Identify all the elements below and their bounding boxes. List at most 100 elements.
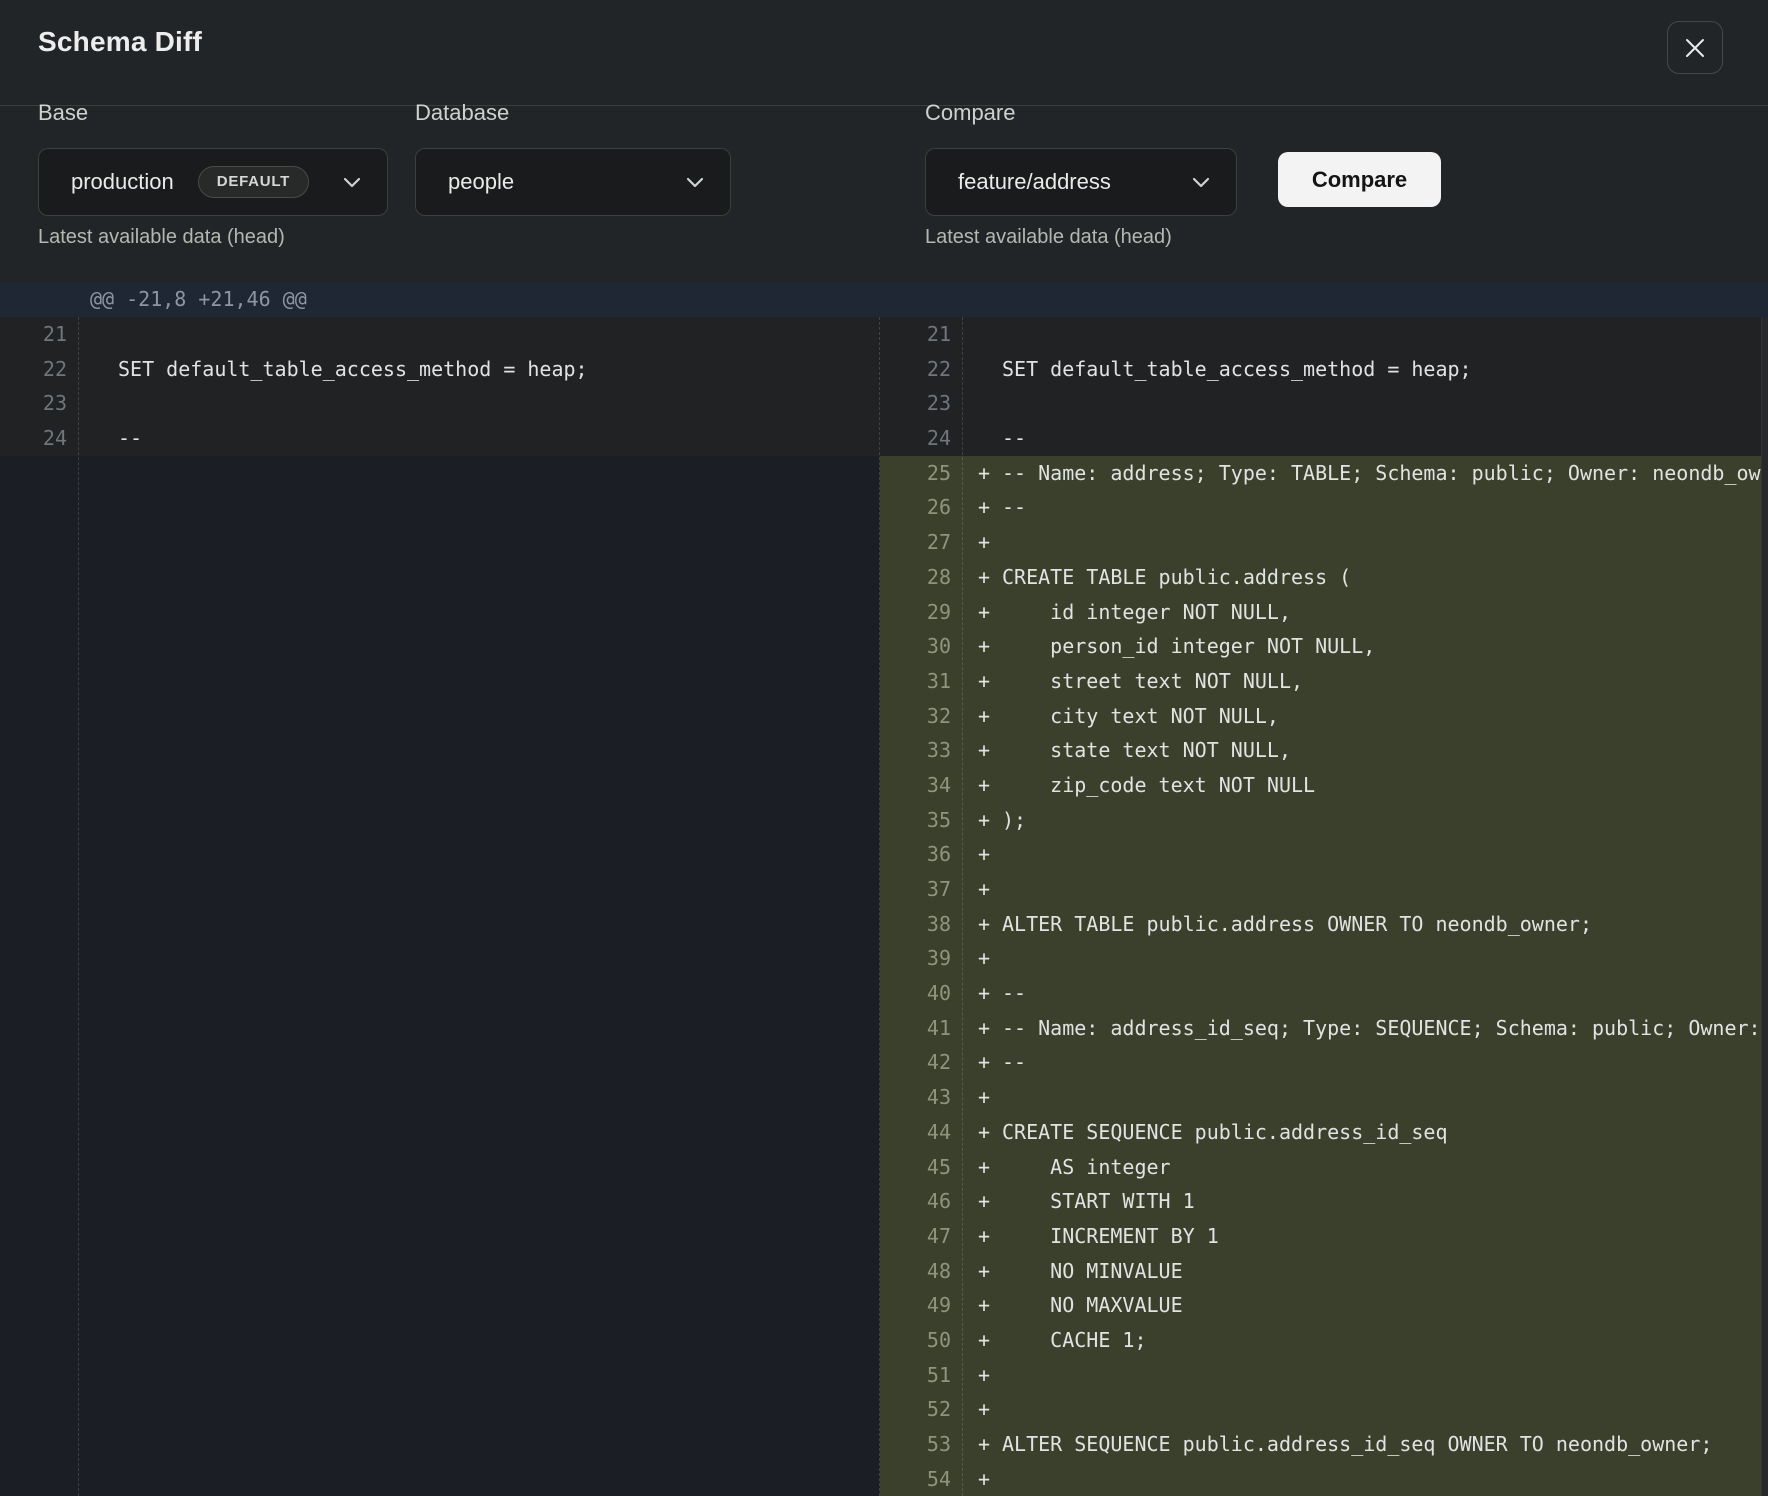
diff-sign [978,421,990,456]
diff-line-compare-29: 29+ id integer NOT NULL, [880,595,1762,630]
diff-sign: + [978,837,990,872]
diff-line-compare-40: 40+-- [880,976,1762,1011]
diff-sign: + [978,490,990,525]
diff-line-compare-34: 34+ zip_code text NOT NULL [880,768,1762,803]
line-number: 35 [880,803,962,838]
diff-sign: + [978,595,990,630]
line-number: 49 [880,1288,962,1323]
code-text: -- [118,421,142,456]
diff-line-compare-41: 41+-- Name: address_id_seq; Type: SEQUEN… [880,1011,1762,1046]
line-number: 44 [880,1115,962,1150]
diff-line-compare-31: 31+ street text NOT NULL, [880,664,1762,699]
code-text: AS integer [1002,1150,1171,1185]
diff-sign: + [978,1427,990,1462]
diff-sign: + [978,699,990,734]
diff-line-compare-37: 37+ [880,872,1762,907]
diff-panes: 2122SET default_table_access_method = he… [0,317,1768,1496]
code-text: CREATE SEQUENCE public.address_id_seq [1002,1115,1448,1150]
diff-sign: + [978,1011,990,1046]
diff-sign: + [978,1392,990,1427]
diff-sign: + [978,1462,990,1496]
line-number: 46 [880,1184,962,1219]
line-number: 36 [880,837,962,872]
code-text: INCREMENT BY 1 [1002,1219,1219,1254]
diff-viewer: @@ -21,8 +21,46 @@ 2122SET default_table… [0,282,1768,1496]
line-number: 24 [0,421,78,456]
diff-line-compare-52: 52+ [880,1392,1762,1427]
diff-sign [94,317,106,352]
code-text: -- [1002,976,1026,1011]
line-number: 23 [880,386,962,421]
line-number: 33 [880,733,962,768]
base-label: Base [38,100,88,126]
base-branch-select[interactable]: production DEFAULT [38,148,388,216]
code-text: person_id integer NOT NULL, [1002,629,1375,664]
line-number: 51 [880,1358,962,1393]
diff-line-compare-49: 49+ NO MAXVALUE [880,1288,1762,1323]
code-text: -- Name: address; Type: TABLE; Schema: p… [1002,456,1768,491]
code-text: id integer NOT NULL, [1002,595,1291,630]
page-title: Schema Diff [38,26,202,58]
default-badge: DEFAULT [198,166,309,198]
code-text: ); [1002,803,1026,838]
line-number: 41 [880,1011,962,1046]
diff-pane-compare: 2122SET default_table_access_method = he… [880,317,1762,1496]
diff-line-compare-23: 23 [880,386,1762,421]
code-text: ALTER TABLE public.address OWNER TO neon… [1002,907,1592,942]
diff-line-compare-51: 51+ [880,1358,1762,1393]
diff-line-compare-25: 25+-- Name: address; Type: TABLE; Schema… [880,456,1762,491]
code-text: zip_code text NOT NULL [1002,768,1315,803]
diff-line-base-21: 21 [0,317,879,352]
diff-line-compare-44: 44+CREATE SEQUENCE public.address_id_seq [880,1115,1762,1150]
diff-line-base-23: 23 [0,386,879,421]
diff-line-compare-36: 36 + [880,837,1762,872]
diff-line-compare-30: 30+ person_id integer NOT NULL, [880,629,1762,664]
header-divider [0,105,1768,106]
diff-line-compare-54: 54 + [880,1462,1762,1496]
hunk-header: @@ -21,8 +21,46 @@ [0,282,1768,317]
line-number: 54 [880,1462,962,1496]
diff-line-compare-24: 24-- [880,421,1762,456]
code-text: NO MINVALUE [1002,1254,1183,1289]
diff-line-compare-45: 45+ AS integer [880,1150,1762,1185]
diff-sign: + [978,560,990,595]
diff-line-compare-26: 26+-- [880,490,1762,525]
code-text: city text NOT NULL, [1002,699,1279,734]
line-number: 22 [0,352,78,387]
schema-diff-modal: { "modal": { "title": "Schema Diff" }, "… [0,0,1768,1496]
code-text: CREATE TABLE public.address ( [1002,560,1351,595]
line-number: 40 [880,976,962,1011]
diff-line-compare-32: 32+ city text NOT NULL, [880,699,1762,734]
code-text: -- Name: address_id_seq; Type: SEQUENCE;… [1002,1011,1768,1046]
line-number: 21 [880,317,962,352]
diff-line-compare-48: 48+ NO MINVALUE [880,1254,1762,1289]
diff-line-base-22: 22 SET default_table_access_method = heap… [0,352,879,387]
chevron-down-icon [686,177,704,188]
diff-line-compare-21: 21 [880,317,1762,352]
line-number: 30 [880,629,962,664]
compare-label: Compare [925,100,1015,126]
diff-sign: + [978,664,990,699]
diff-sign [94,352,106,387]
diff-sign: + [978,803,990,838]
diff-sign: + [978,1045,990,1080]
diff-pane-base: 2122 SET default_table_access_method = he… [0,317,880,1496]
line-number: 26 [880,490,962,525]
diff-sign: + [978,1219,990,1254]
diff-line-compare-43: 43+ [880,1080,1762,1115]
line-number: 38 [880,907,962,942]
line-number: 37 [880,872,962,907]
code-text: state text NOT NULL, [1002,733,1291,768]
code-text: SET default_table_access_method = heap; [118,352,588,387]
close-button[interactable] [1667,21,1723,74]
compare-branch-select[interactable]: feature/address [925,148,1237,216]
vertical-scrollbar[interactable] [1761,317,1768,1496]
compare-note: Latest available data (head) [925,226,1172,249]
chevron-down-icon [1192,177,1210,188]
line-number: 48 [880,1254,962,1289]
line-number: 47 [880,1219,962,1254]
diff-sign [978,386,990,421]
diff-sign: + [978,1323,990,1358]
compare-button[interactable]: Compare [1278,152,1441,207]
database-select[interactable]: people [415,148,731,216]
